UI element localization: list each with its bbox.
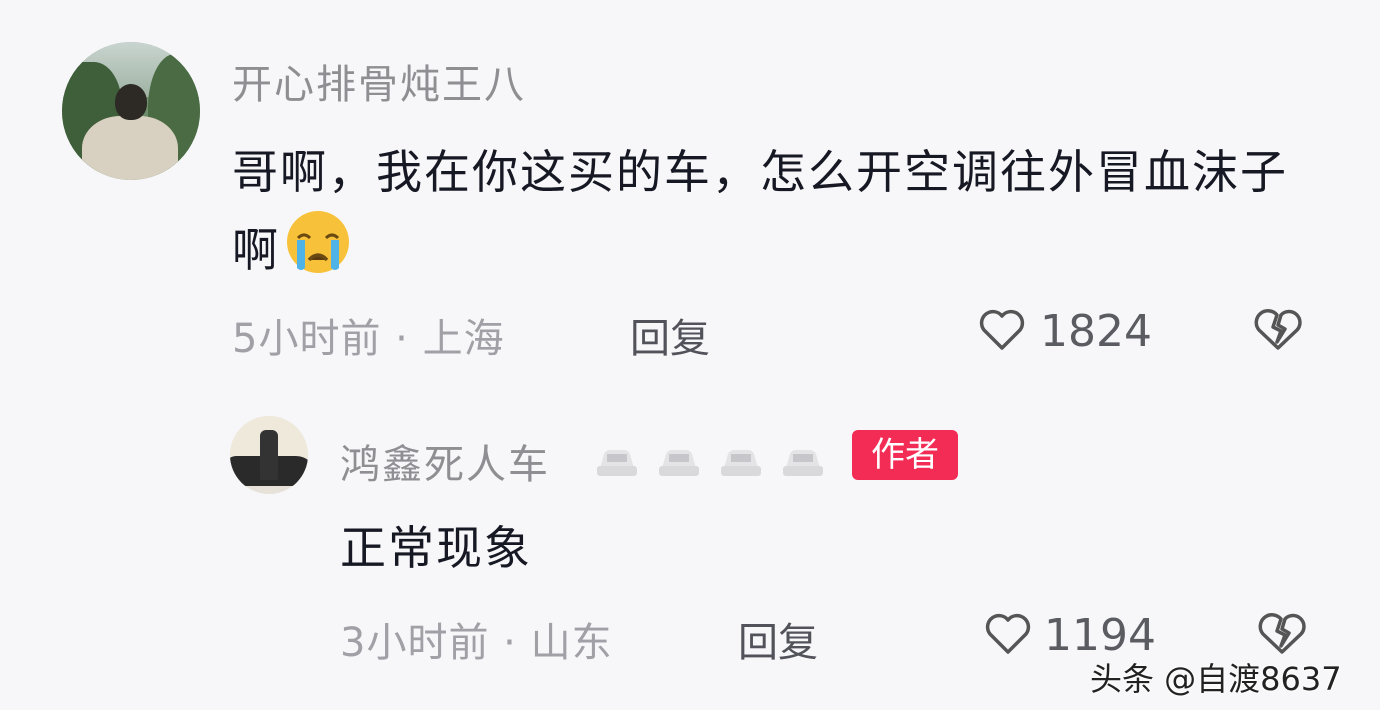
reply-button[interactable]: 回复 bbox=[738, 610, 818, 668]
source-watermark: 头条 @自渡8637 bbox=[1090, 660, 1342, 698]
author-badge: 作者 bbox=[852, 430, 958, 480]
crying-face-icon bbox=[284, 208, 352, 276]
car-icon bbox=[721, 450, 761, 476]
comment-username[interactable]: 开心排骨炖王八 bbox=[232, 52, 526, 110]
username-car-icons bbox=[594, 442, 826, 482]
reply-username[interactable]: 鸿鑫死人车 bbox=[340, 432, 550, 490]
comment-meta: 5小时前 · 上海 bbox=[232, 316, 505, 362]
reply-button[interactable]: 回复 bbox=[630, 306, 710, 364]
like-icon[interactable] bbox=[976, 304, 1028, 360]
like-icon[interactable] bbox=[982, 608, 1034, 664]
reply-meta: 3小时前 · 山东 bbox=[340, 620, 613, 666]
comment-text: 哥啊，我在你这买的车，怎么开空调往外冒血沫子啊 bbox=[232, 136, 1312, 286]
reply-avatar[interactable] bbox=[230, 416, 308, 494]
car-icon bbox=[659, 450, 699, 476]
avatar[interactable] bbox=[62, 42, 200, 180]
car-icon bbox=[597, 450, 637, 476]
dislike-icon[interactable] bbox=[1250, 304, 1306, 360]
like-count: 1824 bbox=[1040, 306, 1152, 357]
reply-text: 正常现象 bbox=[340, 521, 532, 575]
comment-text-content: 哥啊，我在你这买的车，怎么开空调往外冒血沫子啊 bbox=[232, 145, 1288, 277]
car-icon bbox=[783, 450, 823, 476]
